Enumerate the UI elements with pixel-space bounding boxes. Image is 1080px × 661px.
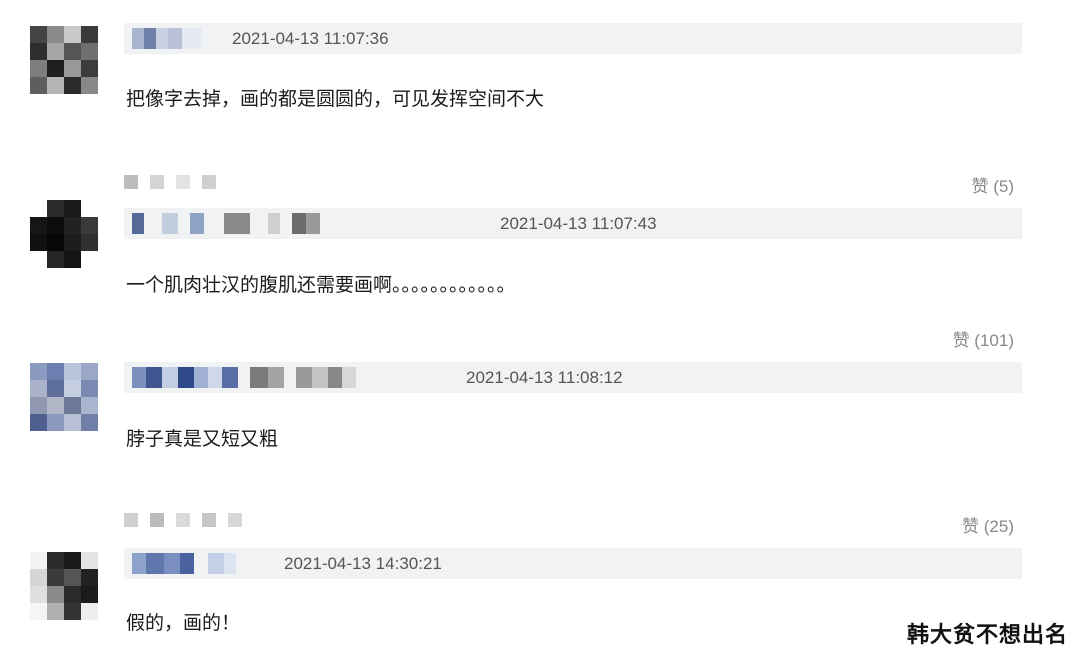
comment-header: 2021-04-13 14:30:21: [124, 548, 1022, 579]
avatar[interactable]: [30, 363, 98, 431]
avatar[interactable]: [30, 26, 98, 94]
like-button[interactable]: 赞 (5): [972, 172, 1015, 197]
username[interactable]: [132, 28, 202, 49]
like-label: 赞 (5): [971, 177, 1015, 196]
reply-placeholder-row: [124, 513, 242, 527]
username[interactable]: [132, 367, 356, 388]
comment-timestamp: 2021-04-13 11:08:12: [466, 368, 623, 387]
like-label: 赞 (25): [962, 517, 1014, 536]
like-button[interactable]: 赞 (25): [962, 512, 1014, 537]
like-label: 赞 (101): [952, 331, 1014, 350]
comment-header: 2021-04-13 11:07:36: [124, 23, 1022, 54]
comment-timestamp: 2021-04-13 14:30:21: [284, 554, 442, 573]
reply-placeholder-row: [124, 175, 216, 189]
comment-text: 一个肌肉壮汉的腹肌还需要画啊。。。。。。。。。。。。: [126, 274, 516, 296]
username[interactable]: [132, 553, 236, 574]
comment-timestamp: 2021-04-13 11:07:43: [500, 214, 657, 233]
comment-text: 假的，画的！: [126, 612, 241, 634]
username[interactable]: [132, 213, 320, 234]
comment-header: 2021-04-13 11:08:12: [124, 362, 1022, 393]
like-button[interactable]: 赞 (101): [953, 326, 1014, 351]
comment-header: 2021-04-13 11:07:43: [124, 208, 1022, 239]
comment-text: 把像字去掉，画的都是圆圆的，可见发挥空间不大: [126, 88, 545, 110]
watermark: 韩大贫不想出名: [906, 623, 1068, 648]
comment-text: 脖子真是又短又粗: [126, 428, 279, 450]
avatar[interactable]: [30, 200, 98, 268]
comment-timestamp: 2021-04-13 11:07:36: [232, 29, 389, 48]
avatar[interactable]: [30, 552, 98, 620]
